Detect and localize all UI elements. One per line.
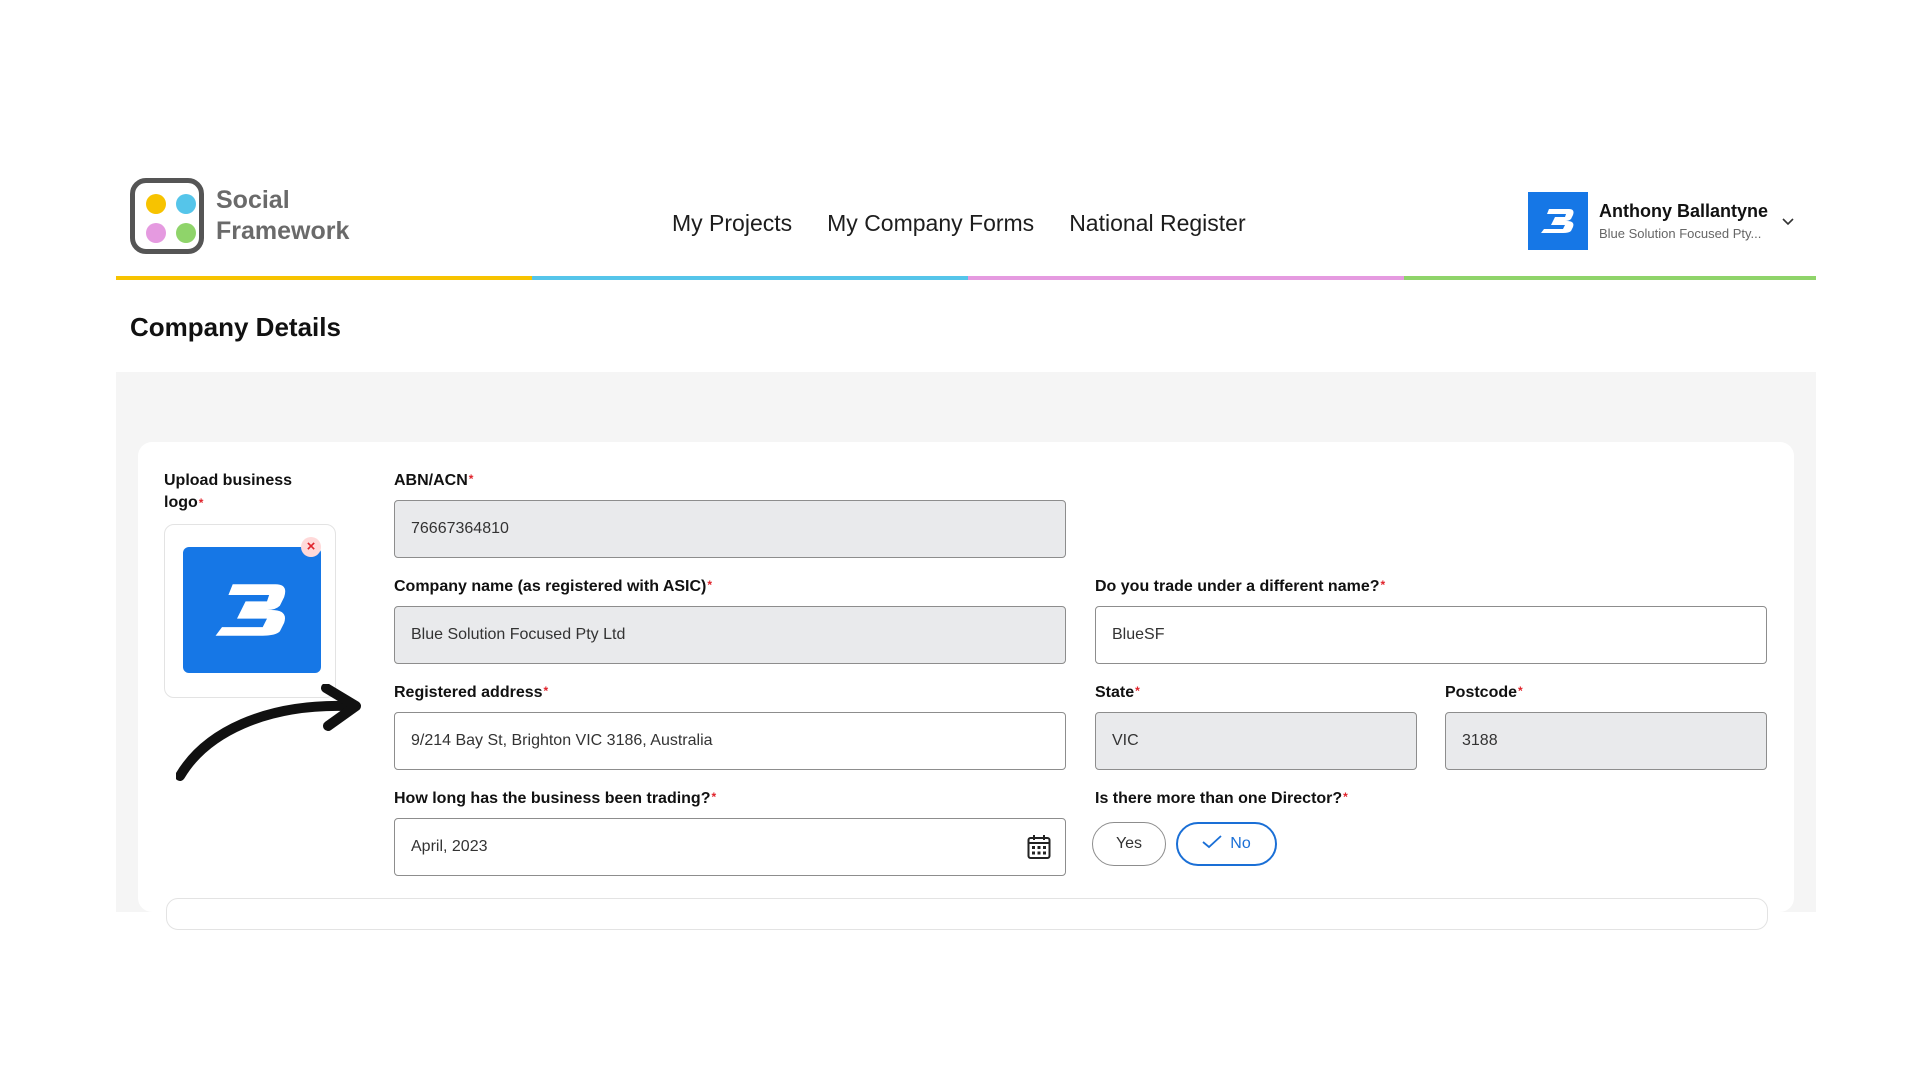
blue-b-logo-icon: [215, 584, 286, 636]
check-icon: [1202, 834, 1222, 854]
trade-name-field[interactable]: BlueSF: [1095, 606, 1767, 664]
user-name: Anthony Ballantyne: [1599, 201, 1769, 221]
trade-name-label: Do you trade under a different name?*: [1095, 578, 1386, 595]
company-details-card: Upload business logo* × ABN/ACN* 7666736…: [138, 442, 1794, 930]
upload-logo-label: Upload business logo*: [164, 472, 293, 511]
close-icon: ×: [306, 538, 316, 555]
director-yes-button[interactable]: Yes: [1092, 822, 1166, 866]
trading-duration-label: How long has the business been trading?*: [394, 790, 717, 807]
user-info: Anthony Ballantyne Blue Solution Focused…: [1599, 201, 1768, 241]
user-company: Blue Solution Focused Pty...: [1599, 226, 1762, 241]
director-label: Is there more than one Director?*: [1095, 790, 1348, 807]
brand-line-1: Social: [216, 186, 290, 214]
form-panel: Upload business logo* × ABN/ACN* 7666736…: [116, 372, 1816, 930]
director-no-label: No: [1230, 835, 1251, 852]
company-name-field[interactable]: Blue Solution Focused Pty Ltd: [394, 606, 1066, 664]
company-name-label: Company name (as registered with ASIC)*: [394, 578, 713, 595]
header-color-bar: [116, 276, 1816, 280]
address-label: Registered address*: [394, 684, 549, 701]
chevron-down-icon[interactable]: [1782, 213, 1794, 229]
logo-upload-tile[interactable]: ×: [164, 524, 336, 698]
abn-field[interactable]: 76667364810: [394, 500, 1066, 558]
abn-label: ABN/ACN*: [394, 472, 474, 489]
social-framework-logo-icon: [130, 178, 204, 254]
blue-b-logo-icon: [1541, 209, 1574, 233]
page-title: Company Details: [130, 312, 341, 342]
nav-my-projects[interactable]: My Projects: [672, 210, 792, 237]
address-field[interactable]: 9/214 Bay St, Brighton VIC 3186, Austral…: [394, 712, 1066, 770]
postcode-label: Postcode*: [1445, 684, 1523, 701]
brand-name: Social Framework: [216, 185, 349, 247]
postcode-field[interactable]: 3188: [1445, 712, 1767, 770]
next-section-card: [166, 898, 1768, 930]
brand-line-2: Framework: [216, 217, 350, 245]
user-menu[interactable]: Anthony Ballantyne Blue Solution Focused…: [1528, 192, 1794, 250]
main-nav: My Projects My Company Forms National Re…: [672, 210, 1246, 237]
state-field[interactable]: VIC: [1095, 712, 1417, 770]
calendar-icon[interactable]: [1027, 834, 1051, 865]
nav-my-company-forms[interactable]: My Company Forms: [827, 210, 1034, 237]
app-frame: Social Framework My Projects My Company …: [116, 170, 1816, 930]
company-logo-image: [183, 547, 321, 673]
curved-arrow-icon: [176, 684, 361, 781]
remove-logo-button[interactable]: ×: [301, 537, 321, 557]
state-label: State*: [1095, 684, 1140, 701]
trading-date-field[interactable]: April, 2023: [394, 818, 1066, 876]
brand-logo[interactable]: Social Framework: [130, 178, 349, 254]
trading-date-value: April, 2023: [411, 838, 488, 855]
company-avatar: [1528, 192, 1588, 250]
nav-national-register[interactable]: National Register: [1069, 210, 1245, 237]
director-no-button[interactable]: No: [1176, 822, 1277, 866]
